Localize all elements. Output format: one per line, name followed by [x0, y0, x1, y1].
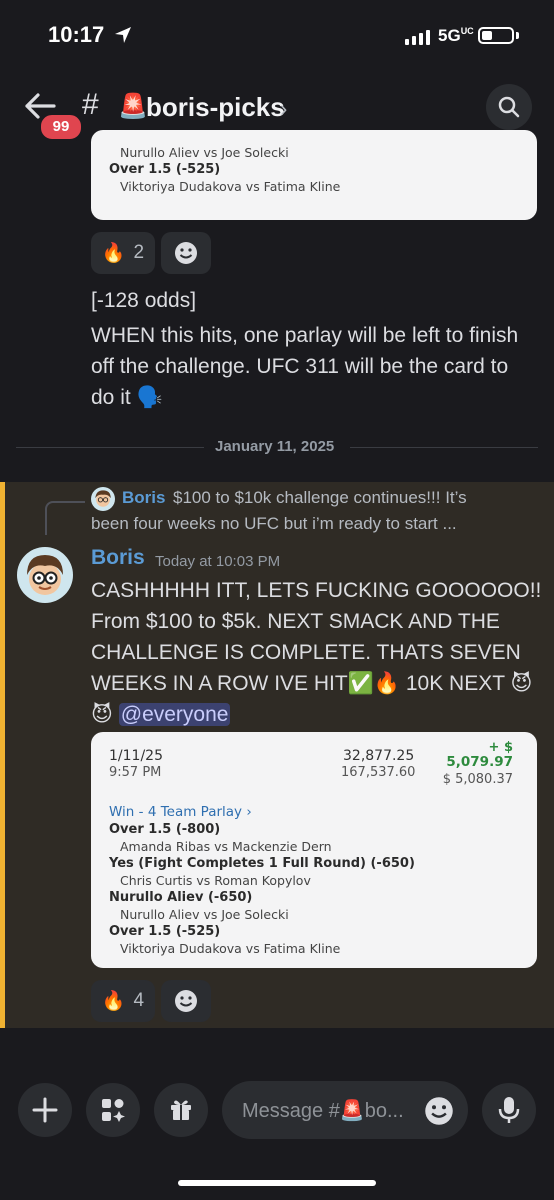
avatar[interactable]: [17, 547, 73, 603]
fire-emoji: 🔥: [101, 991, 126, 1012]
battery-level: [482, 31, 492, 40]
reply-avatar[interactable]: [91, 487, 115, 511]
gift-button[interactable]: [154, 1083, 208, 1137]
add-attachment-button[interactable]: [18, 1083, 72, 1137]
reply-connector: [45, 501, 85, 535]
bet-date: 1/11/25: [109, 748, 163, 764]
bet-line: Chris Curtis vs Roman Kopylov: [120, 873, 311, 888]
reaction-count: 2: [133, 242, 145, 263]
unread-badge: 99: [38, 112, 84, 142]
message-body: WHEN this hits, one parlay will be left …: [91, 324, 519, 409]
mention-everyone[interactable]: @everyone: [118, 703, 231, 726]
bet-line: Amanda Ribas vs Mackenzie Dern: [120, 839, 332, 854]
bet-card-previous: Nurullo Aliev vs Joe Solecki Over 1.5 (-…: [91, 130, 537, 220]
win-amount: 5,079.97: [446, 754, 513, 770]
voice-message-button[interactable]: [482, 1083, 536, 1137]
hash-icon: #: [82, 88, 99, 121]
home-indicator: [178, 1180, 376, 1186]
search-icon: [498, 96, 520, 118]
emoji-picker-button[interactable]: [424, 1096, 454, 1126]
fire-emoji: 🔥: [101, 243, 126, 264]
reply-preview[interactable]: $100 to $10k challenge continues!!! It’s: [173, 488, 467, 508]
bet-number-2: 167,537.60: [341, 765, 416, 780]
status-time: 10:17: [48, 22, 105, 47]
location-arrow-icon: [115, 27, 131, 43]
bet-number-1: 32,877.25: [343, 748, 415, 764]
mention-highlight-bar: [0, 482, 5, 1028]
reaction-fire[interactable]: 🔥 4: [91, 980, 155, 1022]
channel-name[interactable]: boris-picks: [146, 92, 285, 123]
bet-line: Over 1.5 (-525): [109, 162, 221, 177]
reply-author[interactable]: Boris: [122, 488, 165, 508]
win-plus-label: + $: [488, 740, 513, 755]
add-reaction-button[interactable]: [161, 980, 211, 1022]
bet-line: Over 1.5 (-525): [109, 924, 221, 939]
apps-sparkle-icon: [102, 1099, 125, 1122]
message-body: CASHHHHH ITT, LETS FUCKING GOOOOOO!! Fro…: [91, 579, 542, 726]
bet-line: Nurullo Aliev vs Joe Solecki: [120, 145, 289, 160]
bet-line: Nurullo Aliev (-650): [109, 890, 253, 905]
bet-line: Over 1.5 (-800): [109, 822, 221, 837]
reaction-fire[interactable]: 🔥 2: [91, 232, 155, 274]
reply-preview-line2[interactable]: been four weeks no UFC but i’m ready to …: [91, 514, 457, 534]
gift-icon: [171, 1100, 191, 1120]
plus-icon: [32, 1097, 58, 1123]
parlay-link[interactable]: Win - 4 Team Parlay ›: [109, 804, 252, 820]
bet-line: Viktoriya Dudakova vs Fatima Kline: [120, 941, 341, 956]
apps-button[interactable]: [86, 1083, 140, 1137]
bet-time: 9:57 PM: [109, 765, 162, 780]
battery-cap: [516, 32, 519, 39]
bet-card[interactable]: 1/11/25 9:57 PM 32,877.25 167,537.60 + $…: [91, 732, 537, 968]
chevron-right-icon[interactable]: ›: [280, 96, 287, 122]
bet-line: Nurullo Aliev vs Joe Solecki: [120, 907, 289, 922]
reaction-count: 4: [133, 990, 145, 1011]
add-reaction-button[interactable]: [161, 232, 211, 274]
message-placeholder: Message #🚨bo...: [242, 1100, 404, 1122]
message-timestamp: Today at 10:03 PM: [155, 553, 281, 570]
smiley-icon: [425, 1097, 453, 1125]
signal-icon: [405, 30, 430, 45]
message-odds: [-128 odds]: [91, 289, 197, 312]
search-button[interactable]: [486, 84, 532, 130]
bet-line: Yes (Fight Completes 1 Full Round) (-650…: [109, 856, 415, 871]
account-balance: $ 5,080.37: [442, 772, 513, 787]
smiley-icon: [175, 242, 197, 264]
microphone-icon: [498, 1097, 520, 1123]
message-author[interactable]: Boris: [91, 546, 145, 570]
siren-icon: 🚨: [118, 93, 148, 120]
smiley-icon: [175, 990, 197, 1012]
bet-line: Viktoriya Dudakova vs Fatima Kline: [120, 179, 341, 194]
network-label: 5GUC: [438, 26, 474, 45]
date-divider-label: January 11, 2025: [215, 438, 335, 455]
